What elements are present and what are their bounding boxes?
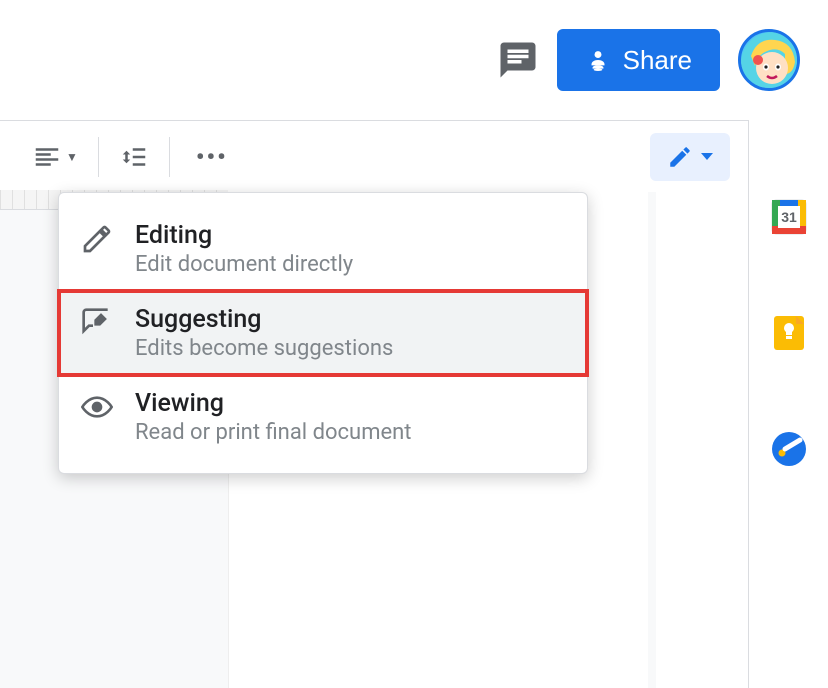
menu-item-editing[interactable]: Editing Edit document directly [59, 207, 587, 291]
share-button-label: Share [623, 45, 692, 76]
tasks-app-icon[interactable] [770, 430, 808, 468]
svg-text:31: 31 [781, 209, 797, 225]
menu-item-desc: Read or print final document [135, 420, 412, 445]
more-options-button[interactable]: ••• [178, 143, 246, 171]
pencil-icon [667, 144, 693, 170]
menu-item-desc: Edits become suggestions [135, 336, 393, 361]
top-bar: Share [0, 0, 828, 120]
calendar-app-icon[interactable]: 31 [770, 198, 808, 236]
line-spacing-button[interactable] [107, 133, 161, 181]
line-spacing-icon [119, 142, 149, 172]
menu-item-desc: Edit document directly [135, 252, 353, 277]
menu-item-suggesting[interactable]: Suggesting Edits become suggestions [59, 291, 587, 375]
suggest-icon [81, 307, 113, 339]
editing-mode-button[interactable] [650, 133, 730, 181]
align-left-icon [32, 142, 62, 172]
share-person-icon [585, 47, 611, 73]
toolbar-divider [98, 137, 99, 177]
menu-item-title: Editing [135, 221, 353, 250]
text-align-button[interactable]: ▼ [20, 133, 90, 181]
menu-item-title: Suggesting [135, 305, 393, 334]
dropdown-caret-icon: ▼ [66, 150, 78, 164]
toolbar: ▼ ••• [0, 120, 828, 192]
menu-item-title: Viewing [135, 389, 412, 418]
menu-item-viewing[interactable]: Viewing Read or print final document [59, 375, 587, 459]
pencil-outline-icon [81, 223, 113, 255]
keep-app-icon[interactable] [770, 314, 808, 352]
account-avatar[interactable] [738, 29, 800, 91]
side-panel: 31 [748, 120, 828, 688]
toolbar-divider [169, 137, 170, 177]
eye-icon [81, 391, 113, 423]
editing-mode-menu: Editing Edit document directly Suggestin… [58, 192, 588, 474]
share-button[interactable]: Share [557, 29, 720, 91]
comment-history-icon[interactable] [497, 39, 539, 81]
dropdown-caret-icon [701, 153, 713, 160]
